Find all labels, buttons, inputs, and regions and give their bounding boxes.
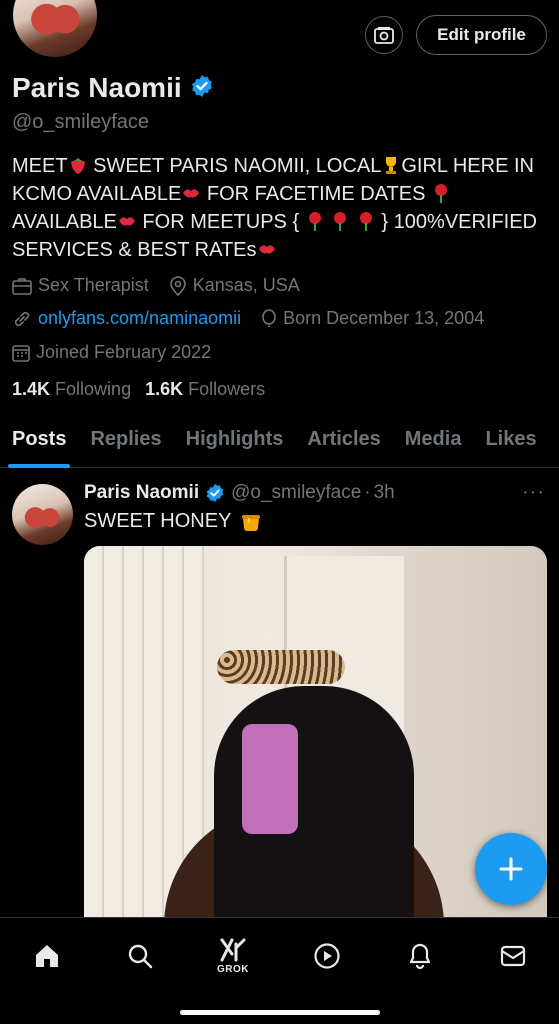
grok-icon[interactable]: GROK	[213, 936, 253, 976]
bio-text: FOR MEETUPS {	[136, 211, 300, 233]
profile-handle: @o_smileyface	[12, 111, 150, 133]
notifications-icon[interactable]	[400, 936, 440, 976]
video-icon[interactable]	[307, 936, 347, 976]
follow-counts: 1.4K Following 1.6K Followers	[12, 379, 265, 400]
home-indicator[interactable]	[180, 1010, 380, 1015]
grok-label: GROK	[217, 963, 249, 975]
location-pin-icon	[169, 275, 186, 296]
post-text-content: SWEET HONEY	[84, 509, 232, 532]
profile-category: Sex Therapist	[38, 275, 149, 295]
compose-post-button[interactable]	[475, 833, 547, 905]
rose-icon	[434, 184, 447, 203]
tab-posts[interactable]: Posts	[0, 418, 78, 468]
profile-tabs: Posts Replies Highlights Articles Media …	[0, 418, 559, 468]
calendar-icon	[12, 344, 30, 362]
honey-pot-icon	[242, 515, 261, 531]
bio-text: SWEET PARIS NAOMII, LOCAL	[87, 155, 382, 177]
trophy-icon	[386, 157, 397, 174]
tab-highlights[interactable]: Highlights	[174, 418, 296, 467]
photo-phone	[242, 724, 298, 834]
post-header: Paris Naomii @o_smileyface · 3h	[84, 482, 395, 504]
profile-meta-row-2: onlyfans.com/naminaomii Born December 13…	[12, 308, 484, 329]
verified-badge-icon	[206, 483, 224, 503]
search-icon[interactable]	[120, 936, 160, 976]
edit-profile-button[interactable]: Edit profile	[416, 15, 547, 55]
bio-text: MEET	[12, 155, 68, 177]
profile-meta-row-1: Sex Therapist Kansas, USA	[12, 275, 300, 296]
plus-icon	[499, 857, 523, 881]
home-icon[interactable]	[27, 936, 67, 976]
profile-name: Paris Naomii	[12, 72, 182, 103]
rose-icon	[359, 212, 372, 231]
profile-name-row: Paris Naomii	[12, 72, 214, 104]
tab-articles[interactable]: Articles	[295, 418, 392, 467]
tab-replies[interactable]: Replies	[78, 418, 173, 467]
profile-website-link[interactable]: onlyfans.com/naminaomii	[38, 308, 241, 329]
profile-meta-row-3: Joined February 2022	[12, 342, 211, 363]
link-icon	[14, 311, 30, 326]
more-options-icon[interactable]: ···	[522, 481, 545, 504]
post-timestamp[interactable]: 3h	[374, 482, 395, 504]
profile-location: Kansas, USA	[192, 275, 300, 295]
post-avatar[interactable]	[12, 484, 73, 545]
balloon-icon	[262, 308, 276, 327]
kiss-lips-icon	[183, 189, 200, 198]
post-author-name[interactable]: Paris Naomii	[84, 482, 199, 504]
profile-birthdate: Born December 13, 2004	[283, 308, 485, 328]
rose-icon	[308, 212, 321, 231]
kiss-lips-icon	[118, 217, 135, 226]
messages-icon[interactable]	[493, 936, 533, 976]
profile-avatar[interactable]	[10, 0, 100, 60]
tab-media[interactable]: Media	[393, 418, 474, 467]
bio-text: AVAILABLE	[12, 211, 117, 233]
post-media-image[interactable]	[84, 546, 547, 946]
profile-joined-date: Joined February 2022	[36, 342, 212, 362]
kiss-lips-icon	[258, 245, 275, 254]
post-author-handle: @o_smileyface	[231, 482, 362, 503]
camera-square-icon[interactable]	[365, 16, 403, 54]
post-separator: ·	[364, 482, 371, 503]
profile-bio: MEET SWEET PARIS NAOMII, LOCAL GIRL HERE …	[12, 152, 552, 264]
bottom-nav: GROK	[0, 917, 559, 1024]
post-text: SWEET HONEY	[84, 509, 263, 533]
rose-icon	[334, 212, 347, 231]
following-link[interactable]: 1.4K Following	[12, 379, 131, 400]
photo-headband	[217, 650, 345, 684]
followers-link[interactable]: 1.6K Followers	[145, 379, 265, 400]
verified-badge-icon	[190, 74, 214, 103]
strawberry-icon	[70, 158, 85, 174]
bio-text: FOR FACETIME DATES	[201, 183, 431, 205]
tab-likes[interactable]: Likes	[473, 418, 548, 467]
briefcase-icon	[12, 277, 32, 295]
